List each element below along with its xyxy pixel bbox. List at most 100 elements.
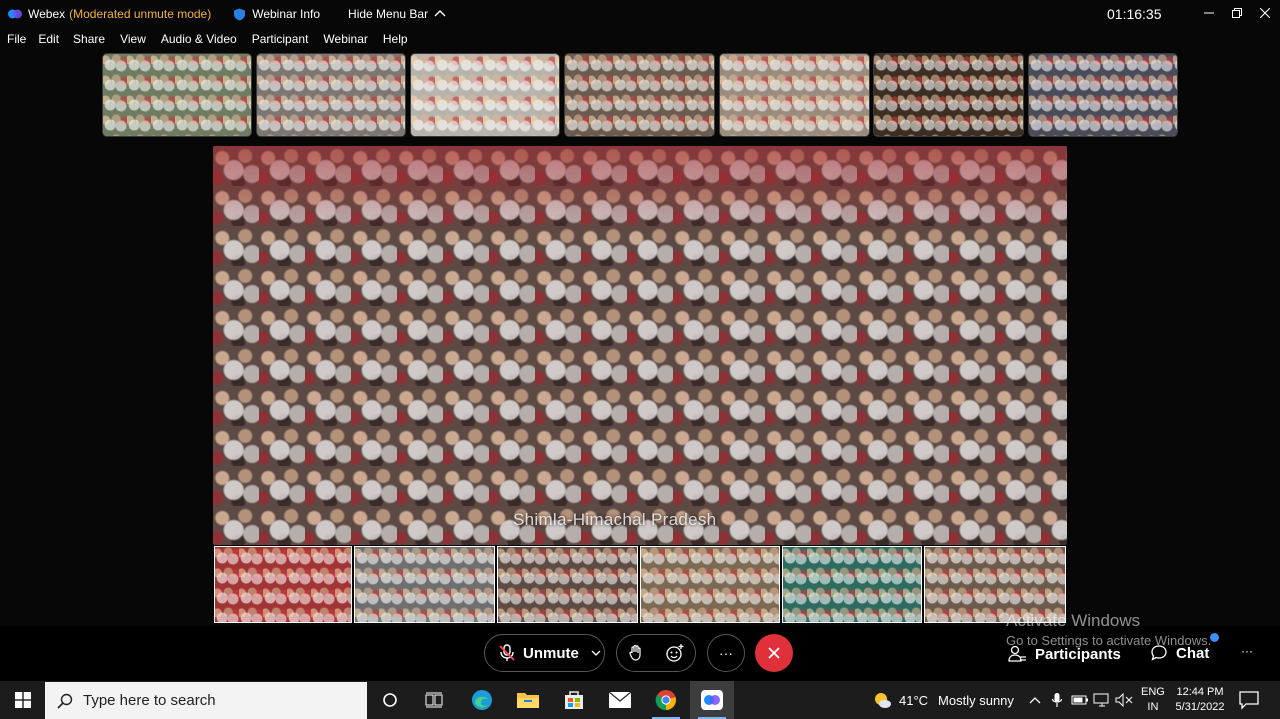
weather-description: Mostly sunny bbox=[938, 692, 1014, 708]
more-options-label: ··· bbox=[719, 645, 733, 661]
tray-volume[interactable] bbox=[1115, 691, 1133, 709]
microphone-icon bbox=[1051, 693, 1063, 707]
partly-sunny-icon bbox=[875, 693, 891, 708]
reactions-icon[interactable] bbox=[665, 643, 685, 663]
menu-file[interactable]: File bbox=[7, 32, 26, 50]
weather-widget[interactable]: 41°C Mostly sunny bbox=[872, 690, 1014, 710]
participants-label: Participants bbox=[1035, 645, 1121, 663]
clock-time: 12:44 PM bbox=[1176, 686, 1224, 698]
video-thumbnail[interactable] bbox=[410, 53, 560, 137]
taskbar-clock[interactable]: 12:44 PM 5/31/2022 bbox=[1172, 685, 1228, 715]
restore-icon bbox=[1232, 8, 1242, 18]
folder-icon bbox=[517, 693, 539, 708]
minimize-button[interactable] bbox=[1199, 4, 1219, 22]
main-video-stage[interactable]: Shimla-Himachal Pradesh bbox=[213, 146, 1067, 545]
video-thumbnail[interactable] bbox=[256, 53, 406, 137]
more-options-button[interactable]: ··· bbox=[707, 634, 745, 672]
hide-menu-bar-label: Hide Menu Bar bbox=[348, 7, 429, 21]
leave-meeting-button[interactable] bbox=[755, 634, 793, 672]
hide-menu-bar-button[interactable]: Hide Menu Bar bbox=[348, 7, 446, 21]
video-thumbnail[interactable] bbox=[782, 546, 922, 623]
taskbar-webex[interactable] bbox=[690, 681, 734, 719]
cortana-button[interactable] bbox=[368, 681, 412, 719]
store-icon bbox=[565, 691, 583, 709]
search-placeholder: Type here to search bbox=[83, 692, 216, 709]
video-thumbnail[interactable] bbox=[354, 546, 495, 623]
weather-temp: 41°C bbox=[899, 692, 929, 708]
video-thumbnail[interactable] bbox=[873, 53, 1024, 137]
close-icon bbox=[1260, 8, 1270, 18]
tray-battery[interactable] bbox=[1071, 691, 1089, 709]
menu-webinar[interactable]: Webinar bbox=[323, 32, 367, 50]
clock-date: 5/31/2022 bbox=[1175, 701, 1225, 713]
webex-window: Webex (Moderated unmute mode) Webinar In… bbox=[0, 0, 1280, 719]
language-code: ENG bbox=[1141, 686, 1165, 698]
taskbar-search-box[interactable]: Type here to search bbox=[45, 682, 367, 719]
taskbar-edge[interactable] bbox=[460, 681, 504, 719]
tray-network[interactable] bbox=[1093, 691, 1111, 709]
title-bar: Webex (Moderated unmute mode) Webinar In… bbox=[0, 0, 1280, 28]
unmute-label: Unmute bbox=[523, 644, 579, 662]
battery-icon bbox=[1071, 695, 1088, 705]
taskbar-chrome[interactable] bbox=[644, 681, 688, 719]
video-thumbnail[interactable] bbox=[640, 546, 780, 623]
menu-audio-video[interactable]: Audio & Video bbox=[161, 32, 237, 50]
task-view-icon bbox=[425, 692, 443, 708]
chrome-icon bbox=[655, 690, 676, 711]
activate-windows-hint: Go to Settings to activate Windows. bbox=[1006, 633, 1212, 648]
start-button[interactable] bbox=[0, 681, 45, 719]
input-language[interactable]: ENG IN bbox=[1141, 685, 1165, 715]
taskbar-mail[interactable] bbox=[598, 681, 642, 719]
video-thumbnail[interactable] bbox=[497, 546, 638, 623]
menu-share[interactable]: Share bbox=[73, 32, 105, 50]
overflow-menu-button[interactable]: ··· bbox=[1241, 644, 1253, 658]
menu-bar: File Edit Share View Audio & Video Parti… bbox=[0, 32, 409, 50]
video-thumbnail[interactable] bbox=[214, 546, 352, 623]
menu-view[interactable]: View bbox=[120, 32, 146, 50]
app-name: Webex bbox=[28, 7, 66, 21]
edge-icon bbox=[472, 690, 492, 710]
volume-muted-icon bbox=[1115, 693, 1133, 707]
unmute-mode-label: (Moderated unmute mode) bbox=[69, 7, 212, 21]
taskbar-file-explorer[interactable] bbox=[506, 681, 550, 719]
shield-icon bbox=[234, 8, 246, 20]
cortana-icon bbox=[383, 693, 397, 707]
video-thumbnail[interactable] bbox=[102, 53, 252, 137]
menu-edit[interactable]: Edit bbox=[38, 32, 59, 50]
notification-dot bbox=[1210, 633, 1219, 642]
meeting-timer: 01:16:35 bbox=[1107, 6, 1162, 22]
video-thumbnail[interactable] bbox=[1028, 53, 1178, 137]
menu-help[interactable]: Help bbox=[383, 32, 408, 50]
webex-icon bbox=[701, 690, 723, 710]
restore-button[interactable] bbox=[1227, 4, 1247, 22]
raise-hand-icon[interactable] bbox=[627, 644, 645, 662]
auditorium-seats bbox=[213, 146, 1067, 236]
chevron-up-icon bbox=[1029, 697, 1041, 704]
video-location-label: Shimla-Himachal Pradesh bbox=[513, 510, 717, 529]
activate-windows-title: Activate Windows bbox=[1006, 611, 1141, 630]
minimize-icon bbox=[1204, 12, 1214, 14]
region-code: IN bbox=[1147, 701, 1159, 713]
close-window-button[interactable] bbox=[1255, 4, 1275, 22]
menu-participant[interactable]: Participant bbox=[252, 32, 309, 50]
reactions-group bbox=[616, 634, 696, 672]
video-thumbnail[interactable] bbox=[564, 53, 715, 137]
notification-center-icon[interactable] bbox=[1238, 690, 1260, 710]
webinar-info-button[interactable]: Webinar Info bbox=[233, 7, 320, 21]
video-thumbnail[interactable] bbox=[719, 53, 870, 137]
network-icon bbox=[1093, 693, 1109, 707]
taskbar-store[interactable] bbox=[552, 681, 596, 719]
chevron-down-icon bbox=[591, 650, 601, 656]
webinar-info-label: Webinar Info bbox=[252, 7, 321, 21]
webex-logo-icon bbox=[8, 9, 22, 19]
tray-microphone[interactable] bbox=[1048, 691, 1066, 709]
close-icon bbox=[768, 647, 780, 659]
unmute-button[interactable]: Unmute bbox=[484, 634, 605, 672]
task-view-button[interactable] bbox=[412, 681, 456, 719]
search-icon bbox=[57, 693, 73, 709]
show-hidden-icons-button[interactable] bbox=[1026, 691, 1044, 709]
mail-icon bbox=[608, 691, 632, 708]
mic-muted-icon bbox=[499, 644, 515, 661]
chevron-up-icon bbox=[434, 10, 446, 17]
windows-logo-icon bbox=[14, 692, 31, 708]
